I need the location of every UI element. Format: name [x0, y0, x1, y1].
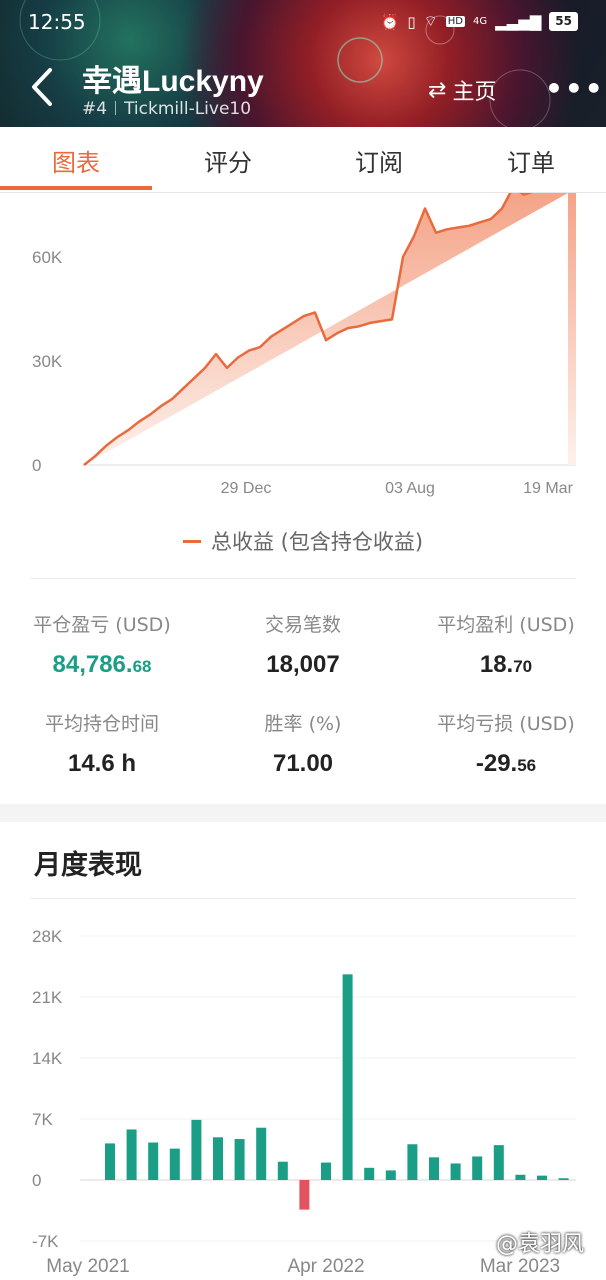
status-bar: 12:55 ⏰ ▯ ⌔ HD 4G ▂▃▅▇ 55	[0, 0, 606, 44]
signal-icon: ▂▃▅▇	[495, 12, 542, 31]
active-tab-indicator	[0, 186, 152, 190]
monthly-bar	[234, 1139, 245, 1180]
watermark: @袁羽风	[496, 1232, 585, 1257]
status-icons: ⏰ ▯ ⌔ HD 4G ▂▃▅▇ 55	[381, 12, 578, 31]
stat-closed-pnl: 平仓盈亏 (USD) 84,786.68	[2, 610, 202, 679]
monthly-bar	[256, 1127, 267, 1180]
stat-avg-loss: 平均亏损 (USD) -29.56	[406, 709, 606, 778]
monthly-bar	[105, 1143, 115, 1180]
stat-label: 平均亏损 (USD)	[437, 713, 575, 735]
x-tick-label: May 2021	[46, 1256, 129, 1277]
stat-value: 14.6 h	[67, 750, 137, 777]
stat-label: 平仓盈亏 (USD)	[33, 614, 171, 636]
monthly-bar	[537, 1175, 547, 1180]
y-tick-label: 7K	[32, 1110, 53, 1129]
alarm-icon: ⏰	[380, 12, 400, 31]
stat-value: 18.70	[479, 651, 533, 678]
stat-label: 平均持仓时间	[44, 713, 159, 735]
subtitle-separator	[115, 101, 117, 115]
x-tick-label: 29 Dec	[221, 480, 272, 497]
monthly-bar	[321, 1162, 331, 1180]
stat-trade-count: 交易笔数 18,007	[203, 610, 403, 679]
tab-orders[interactable]: 订单	[455, 143, 606, 178]
stat-label: 交易笔数	[264, 614, 341, 636]
y-tick-label: 0	[32, 456, 41, 475]
monthly-bar	[450, 1163, 461, 1180]
tab-bar: 图表 评分 订阅 订单	[0, 127, 606, 193]
area-fill	[84, 193, 576, 465]
y-tick-label: 28K	[32, 927, 63, 946]
monthly-bar	[515, 1174, 526, 1180]
monthly-bar	[558, 1178, 569, 1180]
total-profit-chart[interactable]: 0 30K 60K 29 Dec 03 Aug 19 Mar	[0, 193, 606, 503]
stat-label: 平均盈利 (USD)	[437, 614, 575, 636]
section-gap	[0, 804, 606, 822]
y-tick-label: 0	[32, 1171, 41, 1190]
monthly-bar	[213, 1137, 223, 1180]
home-button[interactable]: ⇄ 主页	[428, 74, 496, 106]
monthly-performance-chart[interactable]: 28K 21K 14K 7K 0 -7K May 2021 Apr 2022 Mar 2023	[0, 910, 606, 1280]
monthly-bar	[493, 1145, 504, 1180]
monthly-bar	[342, 974, 353, 1180]
monthly-bar	[364, 1167, 375, 1180]
tab-rating[interactable]: 评分	[152, 143, 304, 178]
server-name: Tickmill-Live10	[124, 99, 252, 119]
hd-badge: HD	[445, 16, 466, 27]
x-tick-label: 19 Mar	[523, 480, 573, 497]
monthly-bar	[169, 1148, 180, 1180]
y-tick-label: 30K	[32, 352, 63, 371]
chart-legend: 总收益 (包含持仓收益)	[0, 526, 606, 556]
stat-value: 18,007	[266, 651, 340, 678]
rank-badge: #4	[82, 99, 108, 119]
more-menu-icon[interactable]: •••	[545, 72, 605, 105]
swap-icon: ⇄	[428, 77, 447, 103]
monthly-bar	[126, 1129, 137, 1180]
x-tick-label: Mar 2023	[480, 1256, 560, 1277]
back-arrow-icon[interactable]	[28, 64, 58, 110]
monthly-bar	[299, 1180, 310, 1210]
y-tick-label: 14K	[32, 1049, 63, 1068]
home-label: 主页	[452, 80, 497, 105]
vibrate-icon: ▯	[407, 12, 416, 31]
tab-chart[interactable]: 图表	[0, 143, 152, 178]
y-tick-label: 60K	[32, 248, 63, 267]
divider	[30, 578, 576, 579]
monthly-bar	[472, 1156, 483, 1180]
monthly-bar	[277, 1161, 288, 1180]
x-tick-label: Apr 2022	[287, 1256, 364, 1277]
battery-icon: 55	[549, 12, 578, 31]
y-tick-label: 21K	[32, 988, 63, 1007]
stat-avg-profit: 平均盈利 (USD) 18.70	[406, 610, 606, 679]
stat-value: 71.00	[272, 750, 334, 777]
x-tick-label: 03 Aug	[385, 480, 435, 497]
monthly-bar	[429, 1157, 439, 1180]
legend-label: 总收益 (包含持仓收益)	[210, 530, 424, 554]
monthly-bar	[385, 1170, 396, 1180]
y-tick-label: -7K	[32, 1232, 59, 1251]
monthly-section-title: 月度表现	[34, 850, 142, 881]
tab-subscribe[interactable]: 订阅	[303, 143, 455, 178]
stat-value: 84,786.68	[52, 651, 152, 678]
network-label: 4G	[473, 16, 488, 27]
page-title: 幸遇Luckyny	[82, 65, 264, 98]
account-subtitle: #4 Tickmill-Live10	[82, 99, 251, 119]
monthly-bar	[407, 1144, 418, 1180]
divider	[30, 898, 576, 899]
wifi-icon: ⌔	[423, 12, 438, 30]
legend-swatch	[182, 540, 201, 543]
stat-win-rate: 胜率 (%) 71.00	[203, 709, 403, 778]
monthly-bar	[148, 1142, 159, 1180]
stat-label: 胜率 (%)	[264, 713, 342, 735]
stat-avg-hold-time: 平均持仓时间 14.6 h	[2, 709, 202, 778]
monthly-bar	[191, 1119, 202, 1180]
status-time: 12:55	[28, 10, 86, 34]
stat-value: -29.56	[475, 750, 537, 777]
